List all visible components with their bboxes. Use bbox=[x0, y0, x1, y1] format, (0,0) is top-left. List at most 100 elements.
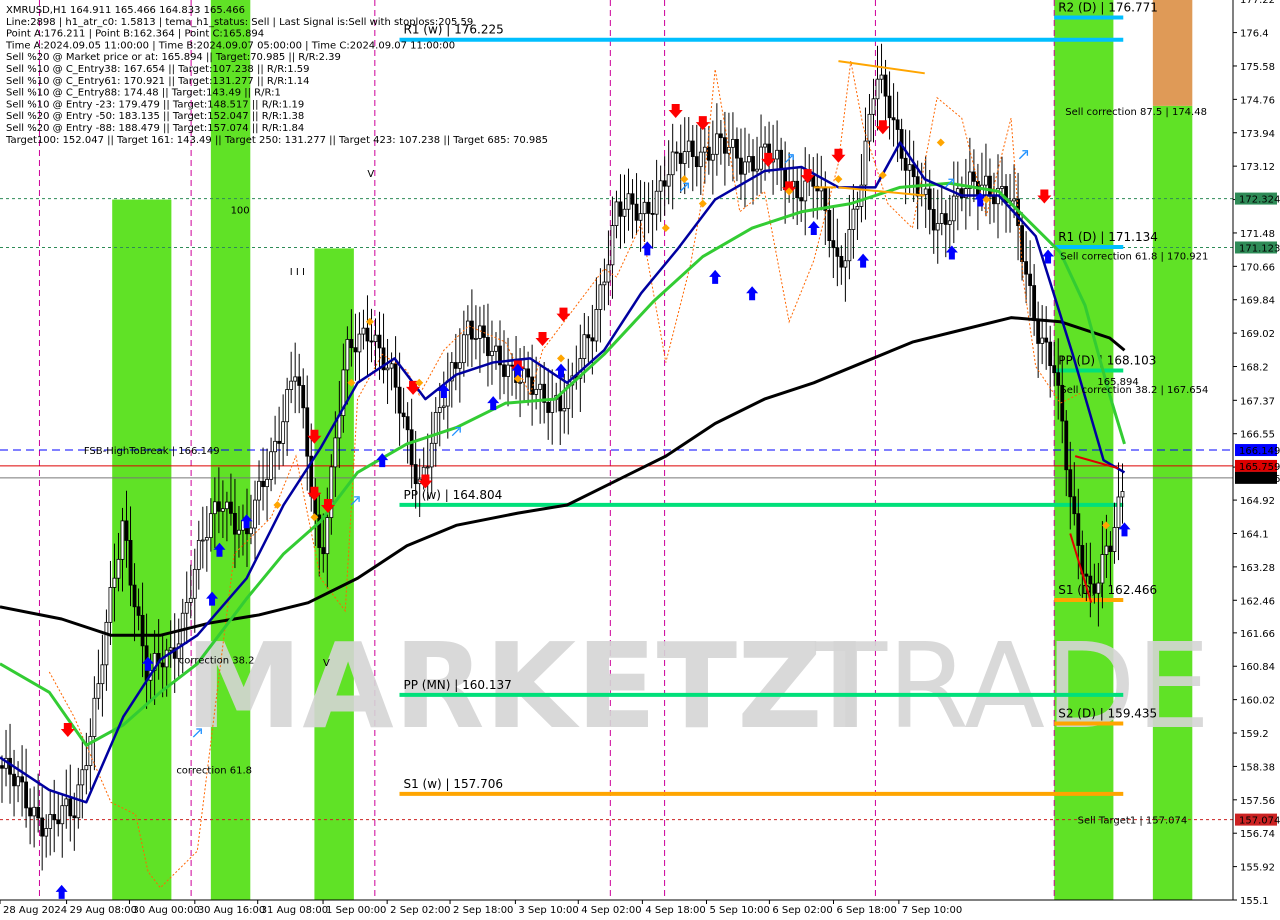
candle-body-150 bbox=[602, 281, 607, 286]
candle-body-182 bbox=[731, 138, 735, 148]
candle-body-246 bbox=[988, 175, 992, 196]
candle-body-68 bbox=[273, 440, 277, 453]
price-tick-label-3: 174.76 bbox=[1240, 95, 1275, 106]
time-label-12: 6 Sep 02:00 bbox=[772, 905, 832, 916]
price-tick-label-21: 160.02 bbox=[1240, 696, 1275, 707]
price-tick-label-25: 156.74 bbox=[1240, 829, 1275, 840]
candle-body-189 bbox=[759, 146, 763, 170]
candle-body-87 bbox=[349, 339, 354, 349]
candle-body-8 bbox=[32, 806, 37, 817]
candle-body-81 bbox=[325, 517, 330, 555]
candle-body-73 bbox=[293, 376, 298, 382]
price-tag-4: 165.466 bbox=[1239, 474, 1280, 485]
candle-body-140 bbox=[562, 408, 567, 412]
candle-body-198 bbox=[795, 180, 800, 199]
candle-body-163 bbox=[654, 190, 659, 215]
candle-body-139 bbox=[558, 395, 563, 412]
annotation-8: 100 bbox=[231, 206, 250, 217]
candle-body-120 bbox=[482, 325, 486, 338]
candle-body-164 bbox=[658, 180, 663, 192]
candle-body-62 bbox=[249, 527, 253, 535]
watermark-left: MARKETZI bbox=[185, 617, 867, 755]
time-label-9: 4 Sep 02:00 bbox=[581, 905, 641, 916]
price-tick-label-27: 155.1 bbox=[1240, 896, 1269, 907]
candle-body-148 bbox=[594, 309, 599, 342]
candle-body-207 bbox=[831, 240, 836, 249]
annotation-7: correction 61.8 bbox=[176, 766, 252, 777]
header-line-0: XMRUSD,H1 164.911 165.466 164.833 165.46… bbox=[6, 5, 245, 16]
header-line-7: Sell %10 @ C_Entry88: 174.48 || Target:1… bbox=[6, 88, 281, 99]
price-tick-label-13: 166.55 bbox=[1240, 430, 1275, 441]
candle-body-94 bbox=[377, 334, 382, 349]
price-tick-label-17: 163.28 bbox=[1240, 563, 1275, 574]
candle-body-188 bbox=[755, 168, 759, 172]
candle-body-51 bbox=[204, 537, 209, 541]
candle-body-186 bbox=[747, 156, 751, 163]
candle-body-102 bbox=[409, 429, 414, 465]
candle-body-21 bbox=[84, 765, 89, 771]
candle-body-233 bbox=[935, 223, 940, 231]
candle-body-230 bbox=[923, 188, 928, 195]
time-label-2: 30 Aug 00:00 bbox=[132, 905, 199, 916]
candle-body-3 bbox=[12, 773, 16, 787]
pivot-label-6: PP (MN) | 160.137 bbox=[403, 678, 511, 692]
candle-body-218 bbox=[875, 78, 880, 100]
candle-body-117 bbox=[469, 320, 474, 340]
price-chart[interactable]: MARKETZI TRADE R2 (D) | 176.771R1 (w) | … bbox=[0, 0, 1280, 920]
time-label-6: 2 Sep 02:00 bbox=[390, 905, 450, 916]
pivot-label-7: S2 (D) | 159.435 bbox=[1058, 706, 1157, 720]
candle-body-276 bbox=[1108, 545, 1113, 553]
candle-body-171 bbox=[686, 140, 691, 153]
price-tick-label-2: 175.58 bbox=[1240, 62, 1275, 73]
candle-body-170 bbox=[682, 151, 687, 164]
candle-body-160 bbox=[642, 201, 647, 215]
candle-body-223 bbox=[895, 119, 900, 130]
annotation-6: correction 38.2 bbox=[179, 656, 255, 667]
candle-body-211 bbox=[847, 229, 852, 262]
annotation-10: V bbox=[367, 169, 374, 180]
candle-body-134 bbox=[538, 383, 543, 390]
price-tick-label-24: 157.56 bbox=[1240, 796, 1275, 807]
price-tick-label-11: 168.2 bbox=[1240, 363, 1269, 374]
watermark-right: TRADE bbox=[814, 617, 1210, 755]
candle-body-236 bbox=[947, 220, 952, 225]
price-tick-label-12: 167.37 bbox=[1240, 396, 1275, 407]
header-line-4: Sell %20 @ Market price or at: 165.894 |… bbox=[6, 52, 341, 63]
candle-body-55 bbox=[220, 508, 225, 512]
candle-body-149 bbox=[598, 284, 603, 310]
candle-body-9 bbox=[36, 806, 41, 819]
candle-body-17 bbox=[68, 798, 73, 817]
time-label-0: 28 Aug 2024 bbox=[3, 905, 67, 916]
candle-body-277 bbox=[1112, 527, 1117, 553]
candle-body-101 bbox=[405, 416, 410, 431]
candle-body-49 bbox=[196, 540, 201, 570]
pivot-label-0: R2 (D) | 176.771 bbox=[1058, 0, 1158, 14]
candle-body-190 bbox=[763, 143, 767, 148]
candle-body-263 bbox=[1056, 372, 1061, 386]
candle-body-151 bbox=[606, 264, 611, 283]
price-tick-label-18: 162.46 bbox=[1240, 596, 1275, 607]
price-tick-label-22: 159.2 bbox=[1240, 729, 1269, 740]
time-label-5: 1 Sep 00:00 bbox=[326, 905, 386, 916]
candle-body-69 bbox=[277, 440, 282, 444]
candle-body-210 bbox=[843, 260, 848, 268]
candle-body-222 bbox=[891, 117, 896, 121]
time-label-10: 4 Sep 18:00 bbox=[645, 905, 705, 916]
time-label-7: 2 Sep 18:00 bbox=[453, 905, 513, 916]
candle-body-146 bbox=[586, 334, 591, 339]
candle-body-20 bbox=[80, 769, 85, 786]
candle-body-63 bbox=[253, 499, 257, 529]
candle-body-268 bbox=[1076, 513, 1081, 546]
candle-body-125 bbox=[502, 364, 506, 377]
candle-body-110 bbox=[441, 405, 446, 408]
candle-body-19 bbox=[76, 784, 81, 819]
candle-body-14 bbox=[56, 819, 61, 825]
candle-body-270 bbox=[1084, 573, 1089, 577]
time-axis: 28 Aug 2024 29 Aug 08:0030 Aug 00:0030 Au… bbox=[0, 899, 1233, 916]
candle-body-46 bbox=[184, 602, 189, 614]
candle-body-10 bbox=[40, 817, 45, 837]
candle-body-154 bbox=[618, 201, 623, 217]
candle-body-50 bbox=[200, 539, 205, 542]
candle-body-279 bbox=[1120, 491, 1125, 498]
candle-body-48 bbox=[192, 568, 197, 599]
